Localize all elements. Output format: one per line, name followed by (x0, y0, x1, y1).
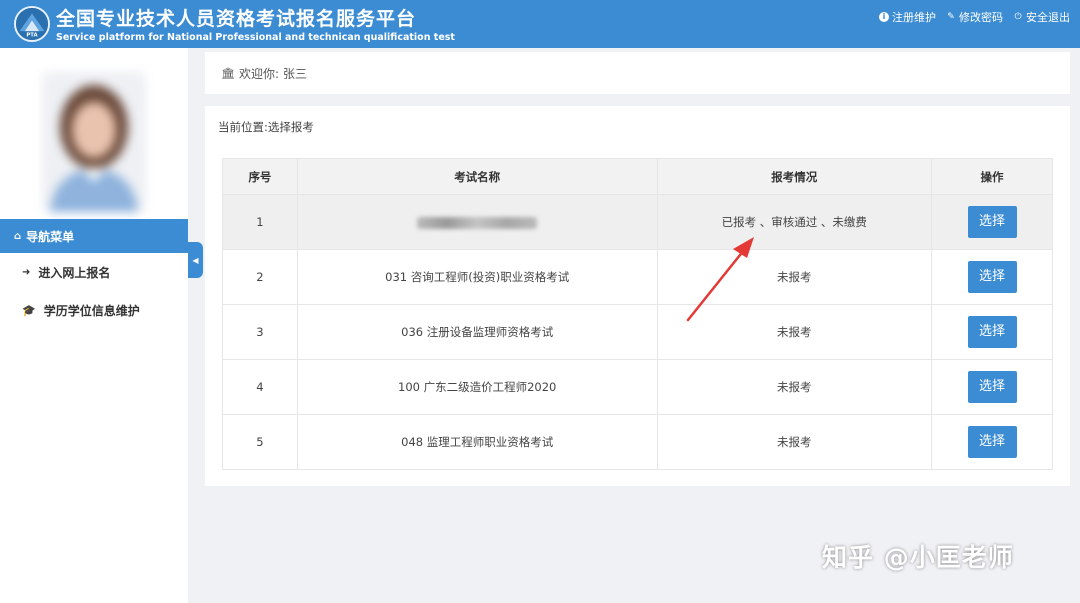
watermark: 知乎 @小匡老师 (822, 543, 1014, 572)
row-status: 未报考 (656, 249, 933, 305)
content-panel: 当前位置:选择报考 序号 考试名称 报考情况 操作 1 已报考 、审核通过 、未… (205, 106, 1070, 486)
row-no: 5 (222, 414, 298, 470)
sidebar-collapse-toggle[interactable]: ◀ (188, 242, 203, 278)
row-no: 1 (222, 194, 298, 250)
row-status: 已报考 、审核通过 、未缴费 (656, 194, 933, 250)
sidebar-item-education-info[interactable]: 🎓 学历学位信息维护 (0, 295, 188, 325)
row-action: 选择 (931, 249, 1053, 305)
bank-icon: 🏛 (221, 66, 235, 80)
row-exam-name: 048 监理工程师职业资格考试 (296, 414, 658, 470)
info-icon: i (879, 12, 889, 22)
top-links: i 注册维护 ✎ 修改密码 ⏻ 安全退出 (879, 9, 1070, 25)
welcome-user: 张三 (283, 66, 308, 81)
col-header-no: 序号 (222, 158, 298, 195)
row-exam-name: 100 广东二级造价工程师2020 (296, 359, 658, 415)
select-button[interactable]: 选择 (967, 426, 1017, 458)
col-header-status: 报考情况 (656, 158, 933, 195)
sidebar: ⌂ 导航菜单 ➜ 进入网上报名 🎓 学历学位信息维护 (0, 48, 188, 603)
row-exam-name: 036 注册设备监理师资格考试 (296, 304, 658, 360)
home-icon: ⌂ (14, 230, 22, 242)
sidebar-item-label: 进入网上报名 (38, 265, 111, 280)
row-no: 3 (222, 304, 298, 360)
row-exam-name (296, 194, 658, 250)
row-action: 选择 (931, 304, 1053, 360)
register-maintain-label: 注册维护 (892, 11, 936, 24)
col-header-exam-name: 考试名称 (296, 158, 658, 195)
breadcrumb: 当前位置:选择报考 (218, 120, 314, 134)
logo-text: PTA (26, 32, 38, 38)
power-icon: ⏻ (1014, 12, 1022, 22)
site-title: 全国专业技术人员资格考试报名服务平台 (56, 8, 417, 30)
table-header-row: 序号 考试名称 报考情况 操作 (222, 158, 1053, 195)
row-action: 选择 (931, 359, 1053, 415)
col-header-action: 操作 (931, 158, 1053, 195)
select-button[interactable]: 选择 (967, 316, 1017, 348)
row-no: 2 (222, 249, 298, 305)
edit-icon: ✎ (947, 12, 955, 22)
sidebar-item-label: 学历学位信息维护 (43, 303, 140, 318)
change-password-label: 修改密码 (959, 11, 1003, 24)
row-status: 未报考 (656, 359, 933, 415)
table-row: 5 048 监理工程师职业资格考试 未报考 选择 (222, 414, 1053, 470)
welcome-bar: 🏛 欢迎你: 张三 (205, 52, 1070, 94)
pta-logo: PTA (14, 6, 50, 42)
graduation-cap-icon: 🎓 (22, 303, 36, 317)
table-row: 1 已报考 、审核通过 、未缴费 选择 (222, 194, 1053, 250)
row-no: 4 (222, 359, 298, 415)
register-maintain-link[interactable]: i 注册维护 (879, 9, 936, 25)
sign-in-icon: ➜ (22, 266, 31, 278)
select-button[interactable]: 选择 (967, 206, 1017, 238)
logout-label: 安全退出 (1026, 11, 1070, 24)
table-row: 4 100 广东二级造价工程师2020 未报考 选择 (222, 359, 1053, 415)
row-status: 未报考 (656, 414, 933, 470)
welcome-label: 欢迎你: (238, 66, 280, 81)
row-status: 未报考 (656, 304, 933, 360)
redacted-exam-name (417, 216, 538, 229)
row-exam-name: 031 咨询工程师(投资)职业资格考试 (296, 249, 658, 305)
avatar (42, 72, 146, 212)
select-button[interactable]: 选择 (967, 261, 1017, 293)
site-subtitle: Service platform for National Profession… (56, 32, 455, 43)
nav-menu-header: ⌂ 导航菜单 (0, 219, 188, 253)
chevron-left-icon: ◀ (192, 255, 199, 265)
table-row: 3 036 注册设备监理师资格考试 未报考 选择 (222, 304, 1053, 360)
table-row: 2 031 咨询工程师(投资)职业资格考试 未报考 选择 (222, 249, 1053, 305)
row-action: 选择 (931, 194, 1053, 250)
exam-table: 序号 考试名称 报考情况 操作 1 已报考 、审核通过 、未缴费 选择 2 03… (222, 158, 1053, 470)
row-action: 选择 (931, 414, 1053, 470)
nav-menu-title: 导航菜单 (26, 229, 75, 244)
sidebar-item-online-registration[interactable]: ➜ 进入网上报名 (0, 257, 188, 287)
top-header: PTA 全国专业技术人员资格考试报名服务平台 Service platform … (0, 0, 1080, 48)
select-button[interactable]: 选择 (967, 371, 1017, 403)
logout-link[interactable]: ⏻ 安全退出 (1013, 9, 1070, 25)
change-password-link[interactable]: ✎ 修改密码 (946, 9, 1003, 25)
